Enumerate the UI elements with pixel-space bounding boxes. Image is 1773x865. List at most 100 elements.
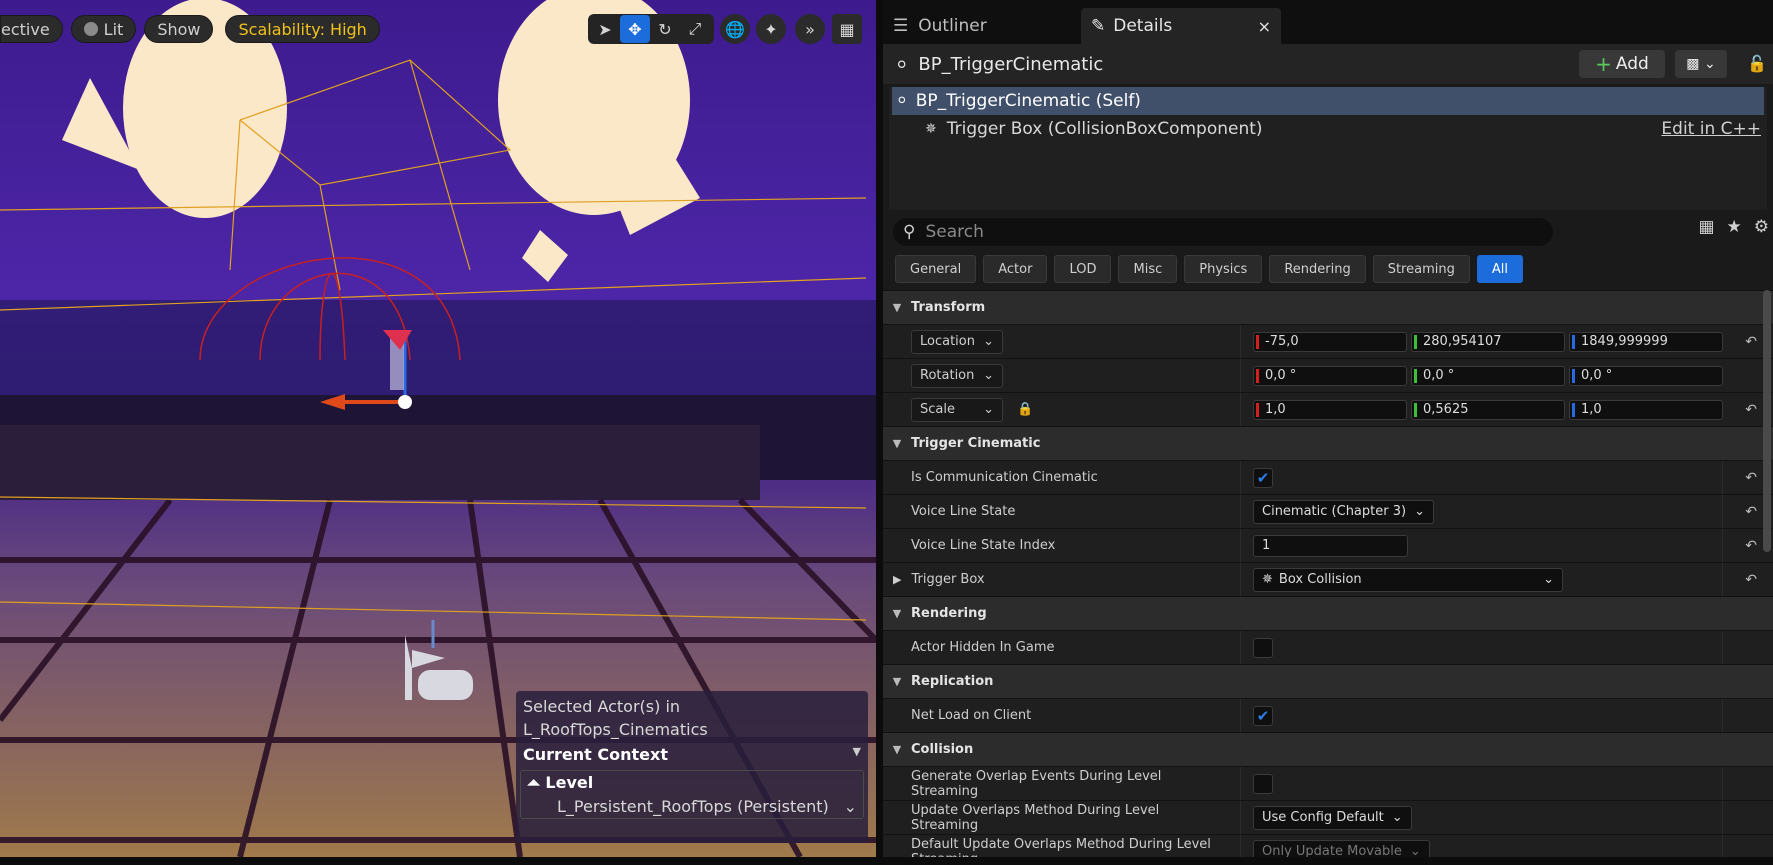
lit-label: Lit: [103, 19, 124, 39]
category-transform[interactable]: ▼ Transform: [883, 290, 1773, 324]
search-icon: ⚲: [903, 222, 916, 242]
status-strip: [0, 857, 1773, 865]
expand-arrow-icon[interactable]: ▶: [893, 573, 901, 586]
panel-splitter[interactable]: [876, 0, 883, 865]
select-icon[interactable]: ➤: [590, 15, 620, 43]
add-component-button[interactable]: + Add: [1579, 50, 1665, 78]
rotate-icon[interactable]: ↻: [650, 15, 680, 43]
scale-y-field[interactable]: 0,5625: [1411, 399, 1565, 420]
scale-dropdown[interactable]: Scale ⌄: [911, 397, 1003, 422]
view-mode-button[interactable]: ective: [0, 15, 63, 43]
component-self[interactable]: ⚪ BP_TriggerCinematic (Self): [892, 87, 1764, 115]
world-space-icon[interactable]: 🌐: [720, 14, 750, 44]
rotation-x-field[interactable]: 0,0 °: [1253, 365, 1407, 386]
filter-actor[interactable]: Actor: [983, 255, 1048, 283]
scale-x-field[interactable]: 1,0: [1253, 399, 1407, 420]
show-button[interactable]: Show: [144, 15, 214, 43]
category-replication[interactable]: ▼ Replication: [883, 664, 1773, 698]
voice-line-state-dropdown[interactable]: Cinematic (Chapter 3) ⌄: [1253, 499, 1434, 524]
voice-line-index-label: Voice Line State Index: [911, 538, 1056, 553]
actor-icon: ⚪: [896, 93, 908, 109]
default-method-dropdown[interactable]: Only Update Movable ⌄: [1253, 839, 1430, 857]
rotation-dropdown[interactable]: Rotation ⌄: [911, 363, 1003, 388]
rotation-y-field[interactable]: 0,0 °: [1411, 365, 1565, 386]
selected-actors-text: Selected Actor(s) in: [523, 697, 681, 716]
reset-icon[interactable]: ↶: [1745, 334, 1757, 350]
rotation-x-value: 0,0 °: [1265, 368, 1297, 383]
close-icon[interactable]: ×: [1258, 17, 1271, 36]
filter-lod[interactable]: LOD: [1054, 255, 1112, 283]
details-scrollbar[interactable]: [1763, 290, 1771, 552]
lit-mode-button[interactable]: Lit: [70, 15, 137, 43]
reset-icon[interactable]: ↶: [1745, 538, 1757, 554]
filter-physics[interactable]: Physics: [1184, 255, 1263, 283]
filter-all[interactable]: All: [1476, 255, 1523, 283]
category-trigger-cinematic[interactable]: ▼ Trigger Cinematic: [883, 426, 1773, 460]
reset-icon[interactable]: ↶: [1745, 470, 1757, 486]
component-self-label: BP_TriggerCinematic (Self): [915, 91, 1141, 111]
level-viewport[interactable]: ective Lit Show Scalability: High ➤ ✥ ↻ …: [0, 0, 876, 857]
voice-line-index-value: 1: [1262, 538, 1271, 553]
caret-down-icon: ▼: [852, 745, 861, 758]
viewport-layout-icon[interactable]: ▦: [832, 14, 862, 44]
table-view-icon[interactable]: ▦: [1698, 217, 1714, 237]
location-label: Location: [920, 334, 975, 349]
net-load-checkbox[interactable]: ✔: [1253, 705, 1273, 726]
more-tools-icon[interactable]: »: [795, 14, 825, 44]
surface-snap-icon[interactable]: ✦: [756, 14, 786, 44]
component-trigger-box[interactable]: ✵ Trigger Box (CollisionBoxComponent) Ed…: [889, 115, 1767, 143]
reset-icon[interactable]: ↶: [1745, 402, 1757, 418]
add-label: Add: [1615, 54, 1649, 74]
actor-hidden-checkbox[interactable]: [1253, 637, 1273, 658]
scale-y-value: 0,5625: [1423, 402, 1469, 417]
blueprint-options-button[interactable]: ▩ ⌄: [1675, 50, 1727, 78]
star-icon[interactable]: ★: [1727, 217, 1742, 237]
current-context-label: Current Context: [523, 745, 668, 764]
location-z-field[interactable]: 1849,999999: [1569, 331, 1723, 352]
level-box: ⏶ Level L_Persistent_RoofTops (Persisten…: [520, 770, 864, 819]
voice-line-index-row: Voice Line State Index 1 ↶: [883, 528, 1773, 562]
category-rendering[interactable]: ▼ Rendering: [883, 596, 1773, 630]
details-header: ⚪ BP_TriggerCinematic + Add ▩ ⌄ 🔓: [883, 44, 1773, 84]
is-communication-row: Is Communication Cinematic ✔ ↶: [883, 460, 1773, 494]
reset-icon[interactable]: ↶: [1745, 504, 1757, 520]
tab-details-label: Details: [1113, 16, 1173, 36]
chevron-down-icon: ⌄: [983, 402, 994, 417]
tab-details[interactable]: ✎ Details ×: [1081, 8, 1281, 44]
scale-icon[interactable]: ⤢: [680, 15, 710, 43]
move-icon[interactable]: ✥: [620, 15, 650, 43]
trigger-box-dropdown[interactable]: ✵ Box Collision ⌄: [1253, 567, 1563, 592]
tab-outliner[interactable]: ☰ Outliner: [883, 8, 1081, 44]
actor-hidden-label: Actor Hidden In Game: [911, 640, 1055, 655]
net-load-label: Net Load on Client: [911, 708, 1032, 723]
location-dropdown[interactable]: Location ⌄: [911, 329, 1003, 354]
current-context-header[interactable]: Current Context ▼: [516, 741, 868, 768]
lock-icon[interactable]: 🔓: [1747, 54, 1767, 73]
plus-icon: +: [1595, 52, 1612, 76]
level-dropdown[interactable]: L_Persistent_RoofTops (Persistent) ⌄: [527, 797, 857, 816]
filter-misc[interactable]: Misc: [1118, 255, 1178, 283]
location-x-field[interactable]: -75,0: [1253, 331, 1407, 352]
gen-overlap-checkbox[interactable]: [1253, 773, 1273, 794]
gear-icon[interactable]: ⚙: [1754, 217, 1769, 237]
scale-z-field[interactable]: 1,0: [1569, 399, 1723, 420]
component-tree: ⚪ BP_TriggerCinematic (Self) ✵ Trigger B…: [889, 87, 1767, 210]
voice-line-index-field[interactable]: 1: [1253, 534, 1408, 557]
filter-streaming[interactable]: Streaming: [1372, 255, 1470, 283]
update-method-dropdown[interactable]: Use Config Default ⌄: [1253, 805, 1412, 830]
details-search-input[interactable]: ⚲ Search: [893, 218, 1553, 246]
filter-general[interactable]: General: [895, 255, 977, 283]
chevron-down-icon: ⌄: [1703, 56, 1716, 72]
rotation-z-field[interactable]: 0,0 °: [1569, 365, 1723, 386]
collision-box-icon: ✵: [1262, 572, 1273, 587]
location-y-field[interactable]: 280,954107: [1411, 331, 1565, 352]
lock-icon[interactable]: 🔒: [1017, 402, 1033, 417]
filter-rendering[interactable]: Rendering: [1269, 255, 1366, 283]
property-grid: ▼ Transform Location ⌄ -75,0 280,954107 18…: [883, 290, 1773, 857]
reset-icon[interactable]: ↶: [1745, 572, 1757, 588]
category-collision[interactable]: ▼ Collision: [883, 732, 1773, 766]
is-communication-checkbox[interactable]: ✔: [1253, 467, 1273, 488]
scalability-button[interactable]: Scalability: High: [225, 15, 380, 43]
scale-row: Scale ⌄ 🔒 1,0 0,5625 1,0 ↶: [883, 392, 1773, 426]
edit-in-cpp-link[interactable]: Edit in C++: [1661, 119, 1761, 139]
